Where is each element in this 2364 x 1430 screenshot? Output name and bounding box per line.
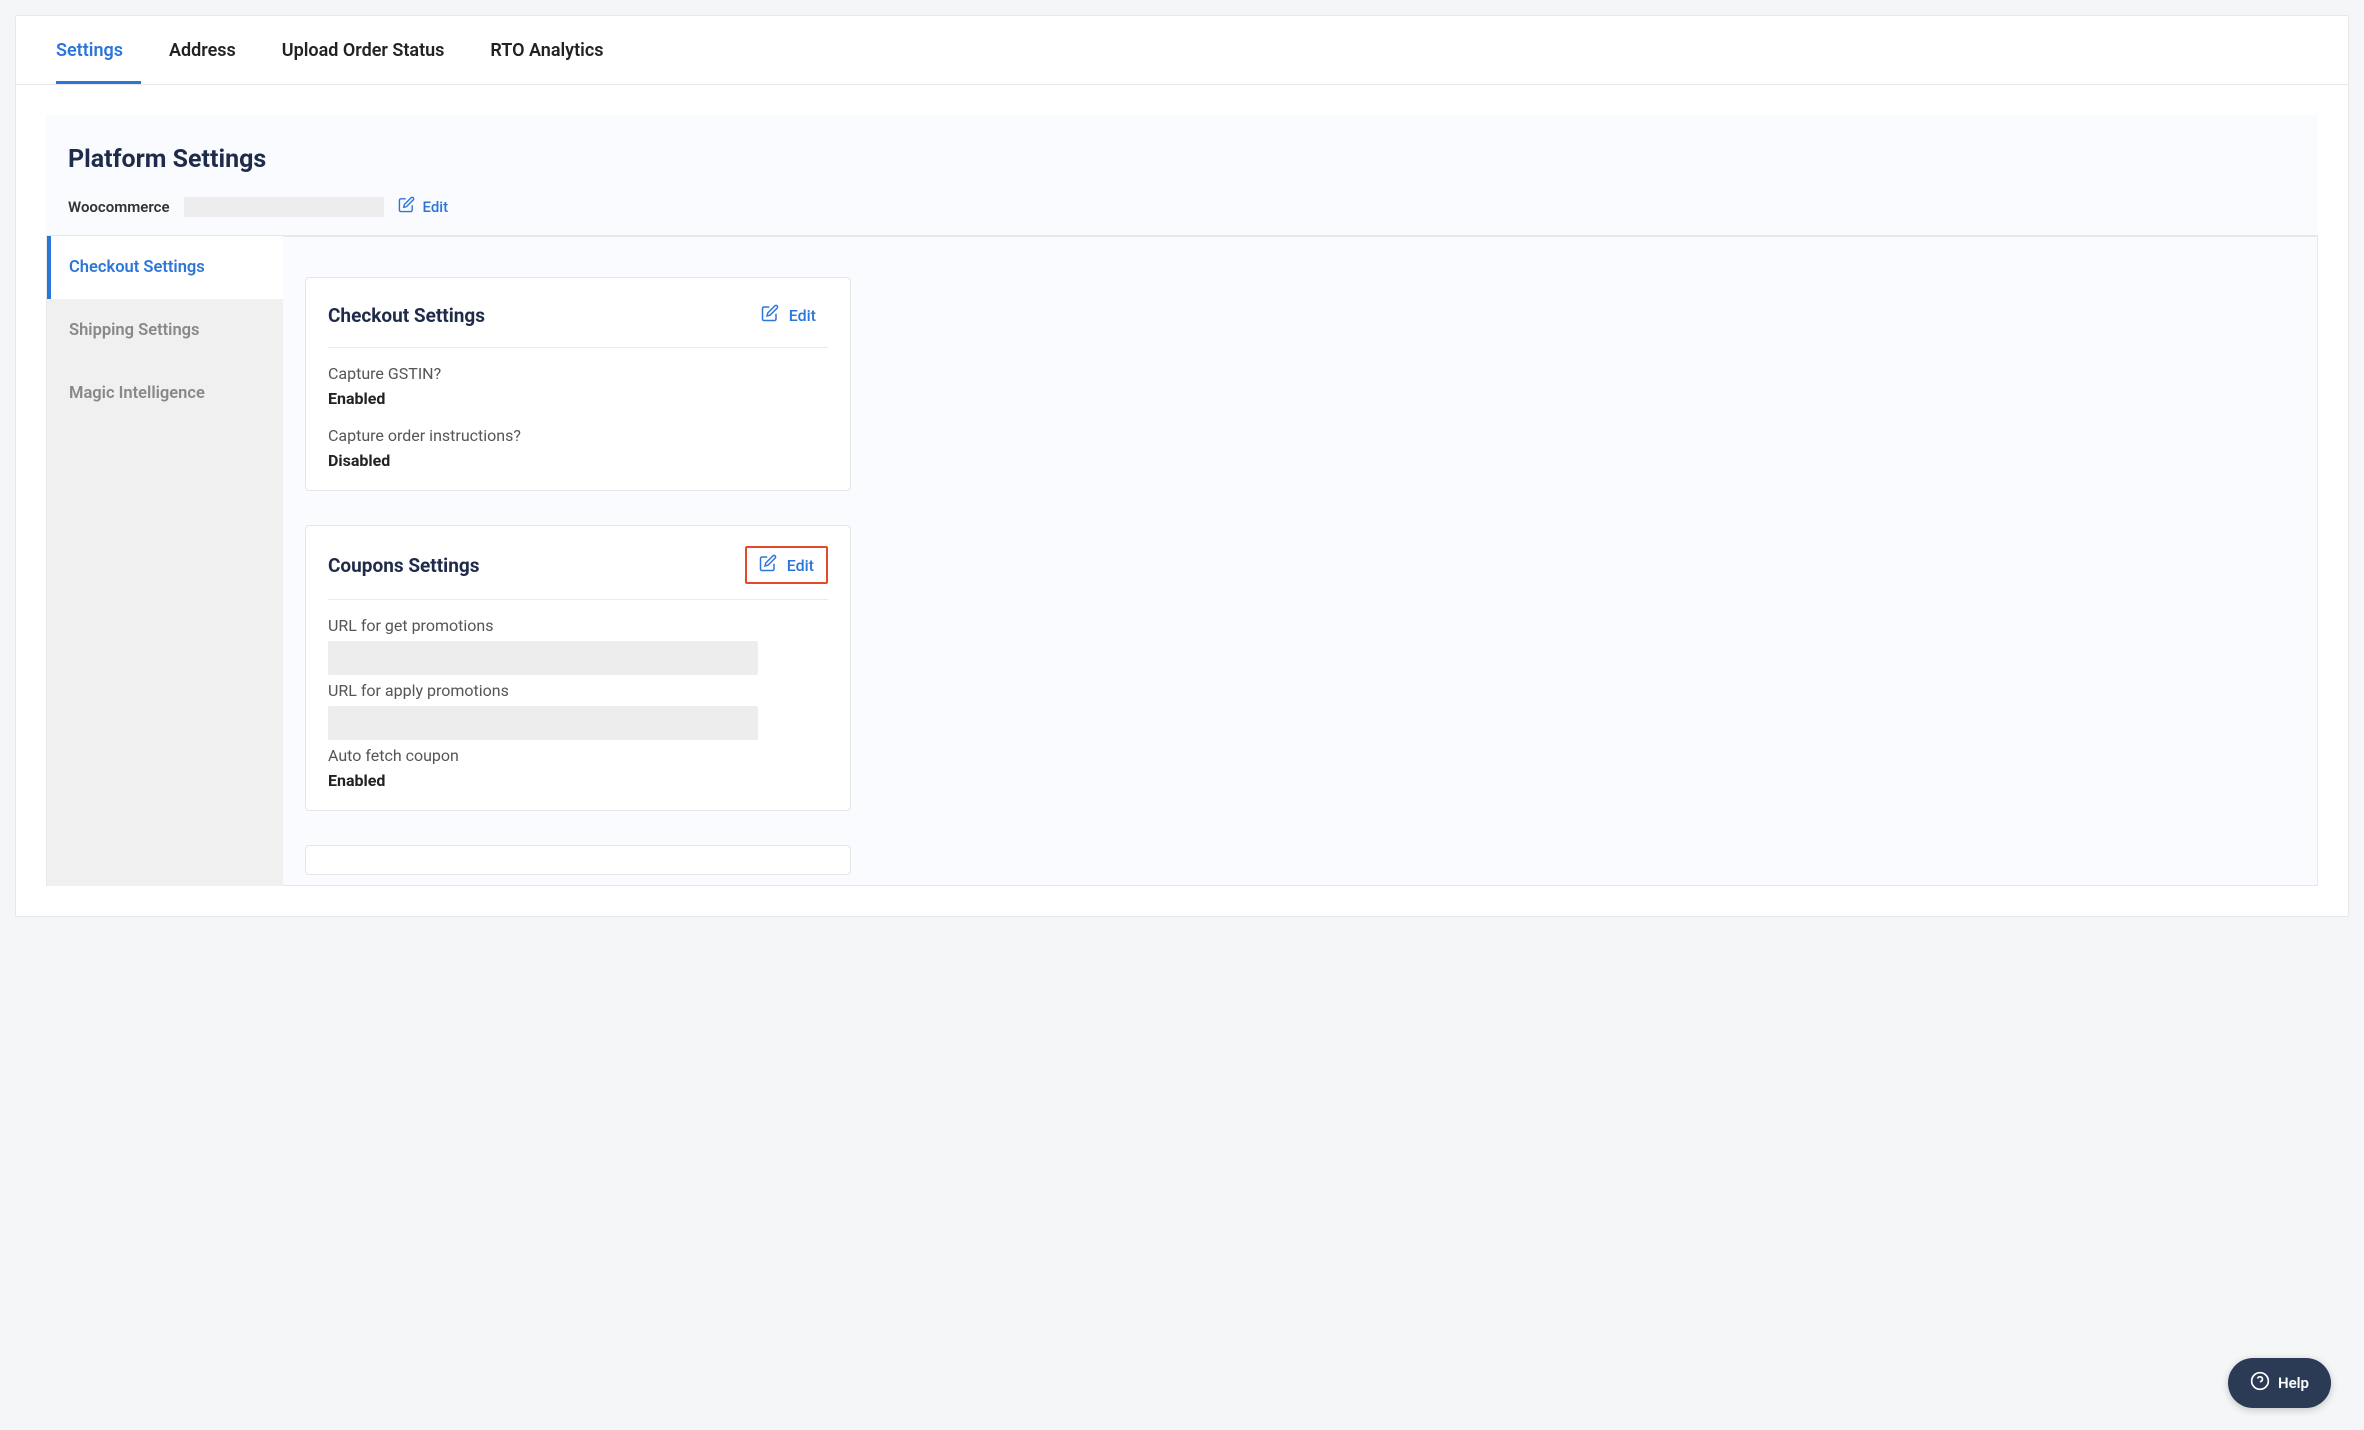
- redacted-block: [328, 641, 758, 675]
- tab-address[interactable]: Address: [169, 16, 254, 84]
- edit-icon: [761, 304, 779, 326]
- main-container: Settings Address Upload Order Status RTO…: [15, 15, 2349, 917]
- sidenav-item-shipping[interactable]: Shipping Settings: [47, 299, 283, 362]
- help-button[interactable]: Help: [2228, 1358, 2331, 1408]
- main-panel: Checkout Settings Edit Capture GSTIN? En…: [283, 236, 2318, 886]
- capture-instructions-label: Capture order instructions?: [328, 426, 828, 445]
- card-header: Coupons Settings Edit: [328, 546, 828, 600]
- edit-icon: [398, 196, 415, 217]
- auto-fetch-label: Auto fetch coupon: [328, 746, 828, 765]
- tab-settings[interactable]: Settings: [56, 16, 141, 84]
- help-icon: [2250, 1371, 2270, 1395]
- sidenav-item-magic[interactable]: Magic Intelligence: [47, 362, 283, 425]
- next-card: [305, 845, 851, 875]
- edit-label: Edit: [789, 306, 816, 325]
- url-apply-promotions-label: URL for apply promotions: [328, 681, 828, 700]
- url-get-promotions-label: URL for get promotions: [328, 616, 828, 635]
- help-label: Help: [2278, 1374, 2309, 1392]
- edit-icon: [759, 554, 777, 576]
- auto-fetch-value: Enabled: [328, 771, 828, 790]
- redacted-block: [184, 197, 384, 217]
- sidenav-item-checkout[interactable]: Checkout Settings: [47, 236, 283, 299]
- card-title: Coupons Settings: [328, 554, 479, 577]
- capture-gstin-label: Capture GSTIN?: [328, 364, 828, 383]
- capture-instructions-value: Disabled: [328, 451, 828, 470]
- platform-header: Platform Settings Woocommerce Edit: [46, 115, 2318, 236]
- coupons-edit-button[interactable]: Edit: [745, 546, 828, 584]
- capture-gstin-value: Enabled: [328, 389, 828, 408]
- tab-bar: Settings Address Upload Order Status RTO…: [16, 16, 2348, 85]
- redacted-block: [328, 706, 758, 740]
- sidenav: Checkout Settings Shipping Settings Magi…: [46, 236, 283, 886]
- platform-edit-button[interactable]: Edit: [398, 196, 449, 217]
- content-area: Checkout Settings Shipping Settings Magi…: [46, 236, 2318, 916]
- checkout-edit-button[interactable]: Edit: [749, 298, 828, 332]
- card-title: Checkout Settings: [328, 304, 485, 327]
- card-header: Checkout Settings Edit: [328, 298, 828, 348]
- platform-row: Woocommerce Edit: [68, 196, 2296, 217]
- edit-label: Edit: [423, 198, 449, 216]
- coupons-settings-card: Coupons Settings Edit URL for get promot…: [305, 525, 851, 811]
- edit-label: Edit: [787, 556, 814, 575]
- tab-rto-analytics[interactable]: RTO Analytics: [490, 16, 621, 84]
- platform-name: Woocommerce: [68, 198, 170, 216]
- page-title: Platform Settings: [68, 145, 2296, 174]
- tab-upload-order-status[interactable]: Upload Order Status: [282, 16, 463, 84]
- checkout-settings-card: Checkout Settings Edit Capture GSTIN? En…: [305, 277, 851, 491]
